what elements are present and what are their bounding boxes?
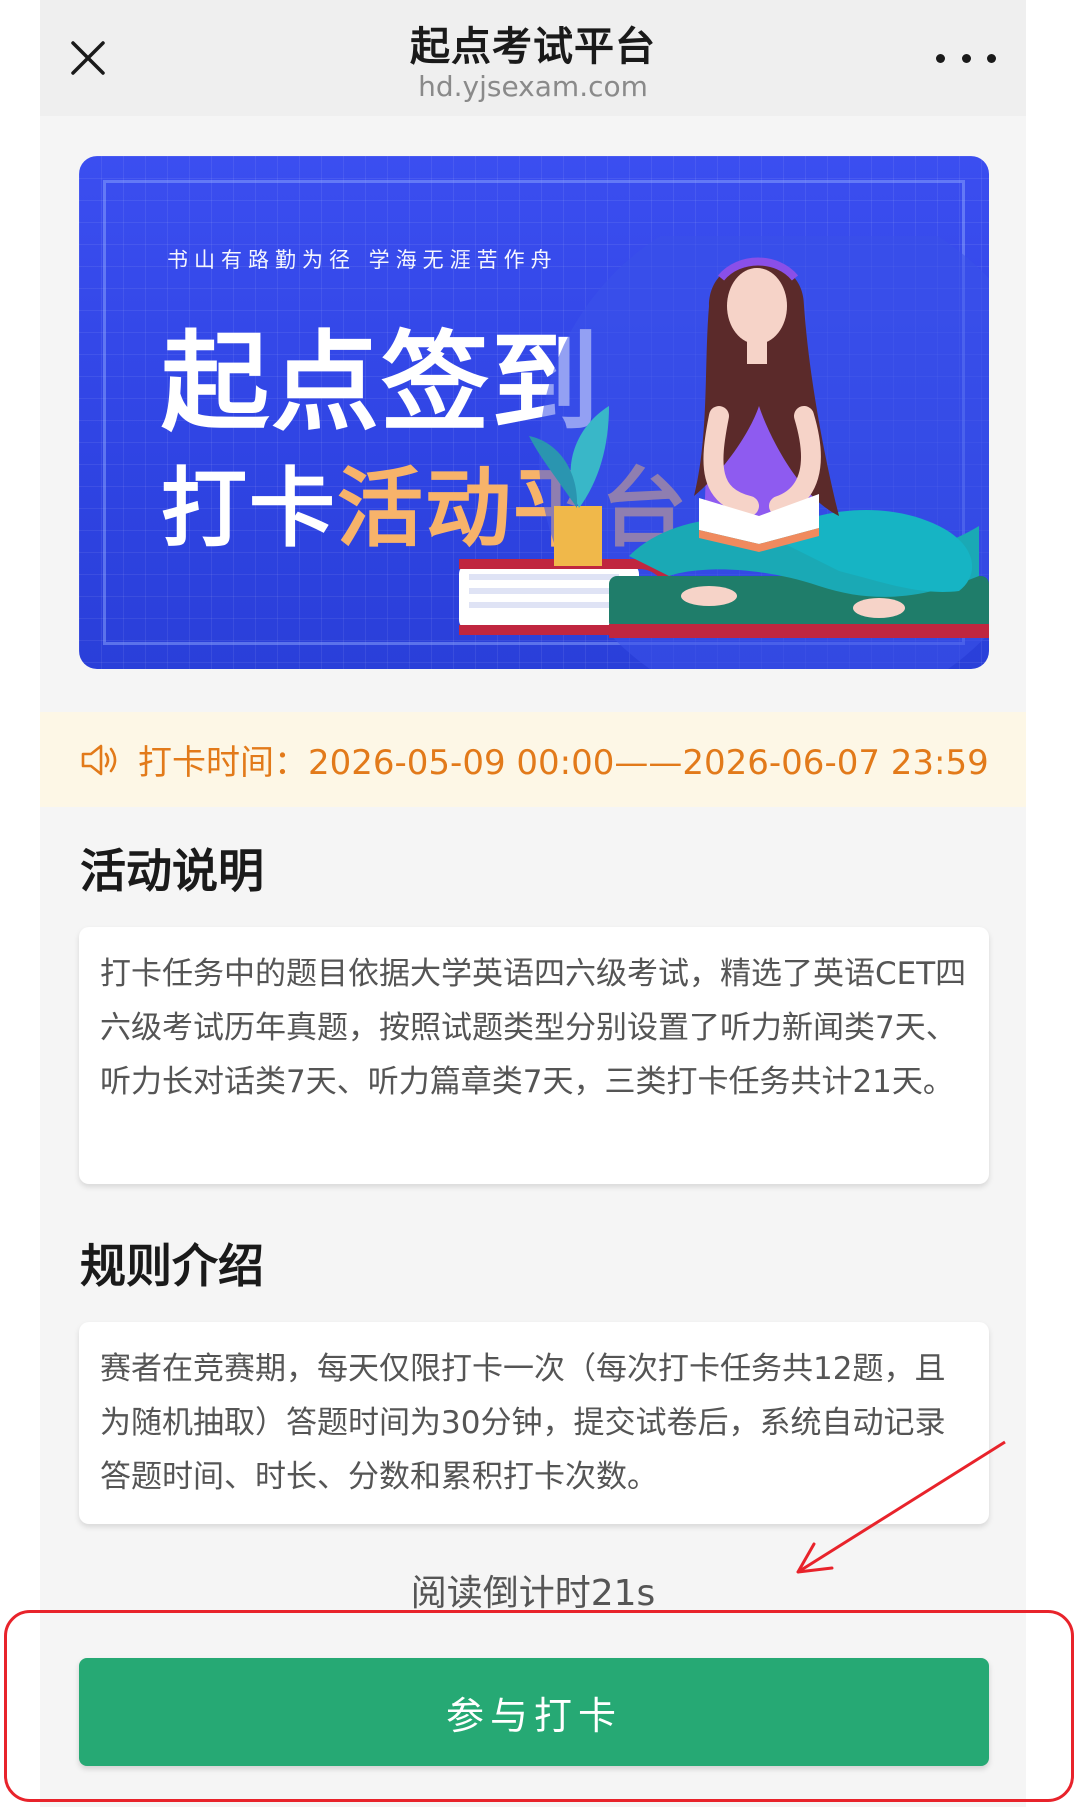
speaker-icon (81, 744, 117, 775)
rules-card: 赛者在竞赛期，每天仅限打卡一次（每次打卡任务共12题，且为随机抽取）答题时间为3… (79, 1322, 989, 1524)
more-button[interactable] (936, 38, 996, 78)
more-icon (961, 53, 971, 63)
activity-body: 打卡任务中的题目依据大学英语四六级考试，精选了英语CET四六级考试历年真题，按照… (100, 956, 967, 1100)
more-icon (936, 53, 945, 63)
rules-body: 赛者在竞赛期，每天仅限打卡一次（每次打卡任务共12题，且为随机抽取）答题时间为3… (100, 1351, 946, 1495)
phone-screen: 起点考试平台 hd.yjsexam.com 书山有路勤为径 学海无涯苦作舟 起点… (40, 0, 1026, 1807)
activity-title: 活动说明 (80, 844, 264, 898)
page-url: hd.yjsexam.com (418, 70, 648, 103)
top-bar: 起点考试平台 hd.yjsexam.com (40, 0, 1026, 116)
rules-title: 规则介绍 (80, 1239, 264, 1293)
notice-text: 打卡时间：2026-05-09 00:00——2026-06-07 23:59 (138, 743, 989, 783)
page-title: 起点考试平台 (410, 24, 656, 70)
reading-girl-illustration (459, 236, 989, 669)
banner-subline-white: 打卡 (161, 458, 337, 559)
notice-bar: 打卡时间：2026-05-09 00:00——2026-06-07 23:59 (40, 712, 1026, 807)
banner: 书山有路勤为径 学海无涯苦作舟 起点签到 打卡活动平台 (79, 156, 989, 669)
more-icon (987, 53, 996, 63)
join-checkin-button[interactable]: 参与打卡 (79, 1658, 989, 1766)
read-countdown: 阅读倒计时21s (410, 1573, 656, 1614)
activity-card: 打卡任务中的题目依据大学英语四六级考试，精选了英语CET四六级考试历年真题，按照… (79, 927, 989, 1184)
